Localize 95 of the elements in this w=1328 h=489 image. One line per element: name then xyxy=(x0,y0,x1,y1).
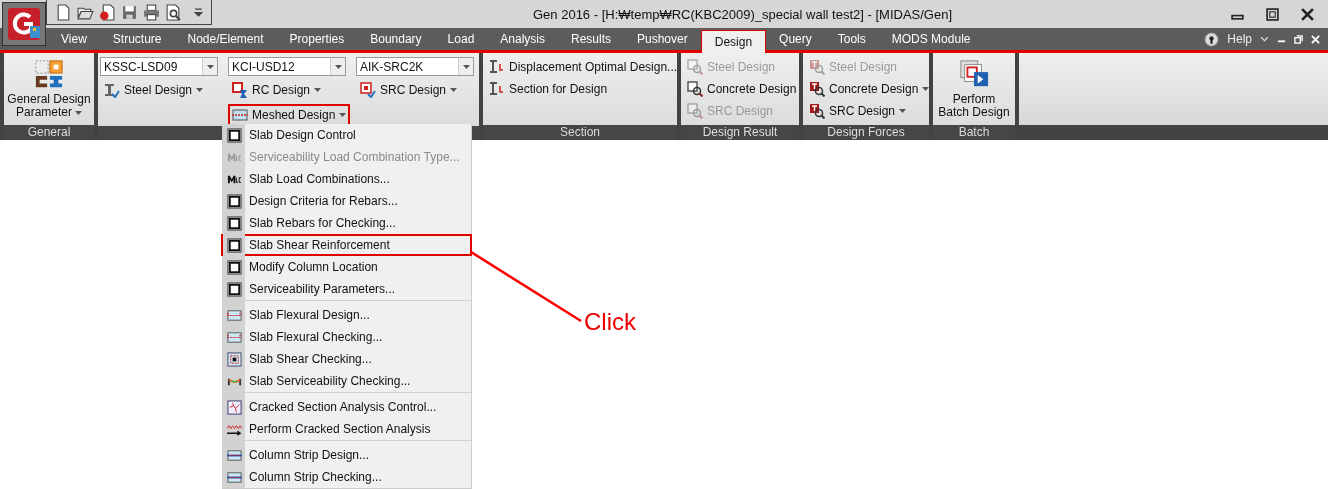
frame-icon xyxy=(226,281,242,297)
frame-icon xyxy=(226,215,242,231)
caret-icon xyxy=(196,88,204,92)
beam-check-icon xyxy=(104,82,120,98)
menu-item[interactable]: Slab Shear Reinforcement xyxy=(221,234,472,256)
shear-icon xyxy=(226,351,242,367)
group-label: Design Result xyxy=(681,125,799,140)
save-icon[interactable] xyxy=(121,3,138,21)
general-design-parameter-button[interactable]: General Design Parameter xyxy=(5,57,93,121)
customize-dropdown-icon[interactable] xyxy=(194,7,203,17)
beam-section-icon xyxy=(489,59,505,75)
menu-item[interactable]: Slab Shear Checking... xyxy=(221,348,472,370)
code-dropdown[interactable]: AIK-SRC2K xyxy=(356,57,474,76)
mesh-slab-icon xyxy=(232,107,248,123)
perform-batch-design-button[interactable]: Perform Batch Design xyxy=(936,57,1012,121)
design-parameter-icon xyxy=(34,59,64,89)
ribbon-tab[interactable]: Node/Element xyxy=(174,30,277,49)
caret-icon xyxy=(450,88,458,92)
batch-run-icon xyxy=(959,59,989,89)
menu-item[interactable]: Serviceability Parameters... xyxy=(221,278,472,300)
menu-item[interactable]: Column Strip Checking... xyxy=(221,466,472,488)
ribbon-tab[interactable]: Design xyxy=(700,30,767,53)
code-dropdown[interactable]: KSSC-LSD09 xyxy=(100,57,218,76)
design-forces-button[interactable]: SRC Design xyxy=(805,100,911,122)
magnifier-icon xyxy=(687,59,703,75)
menu-item[interactable]: Slab Design Control xyxy=(221,124,472,146)
strip-icon xyxy=(226,447,242,463)
frame-icon xyxy=(226,237,242,253)
maximize-icon[interactable] xyxy=(1266,7,1279,21)
file-info-icon[interactable] xyxy=(99,3,116,21)
restore-icon[interactable] xyxy=(1294,34,1303,44)
click-annotation: Click xyxy=(584,308,636,336)
menu-item[interactable]: Slab Rebars for Checking... xyxy=(221,212,472,234)
magnifier-icon xyxy=(687,103,703,119)
menu-item[interactable]: Design Criteria for Rebars... xyxy=(221,190,472,212)
magnifier-icon xyxy=(809,59,825,75)
design-dropdown-button[interactable]: Steel Design xyxy=(100,79,208,101)
ribbon-tab[interactable]: MODS Module xyxy=(878,30,984,49)
caret-icon xyxy=(339,113,347,117)
magnifier-icon xyxy=(687,81,703,97)
app-logo-button[interactable] xyxy=(2,2,46,46)
help-menu[interactable]: Help xyxy=(1227,32,1252,46)
design-forces-button[interactable]: Concrete Design xyxy=(805,78,934,100)
menu-item[interactable]: Cracked Section Analysis Control... xyxy=(221,396,472,418)
strip-icon xyxy=(226,469,242,485)
design-dropdown-button[interactable]: RC Design xyxy=(228,79,326,101)
ribbon-tab[interactable]: Analysis xyxy=(487,30,558,49)
frame-icon xyxy=(226,127,242,143)
menu-item[interactable]: Slab Load Combinations... xyxy=(221,168,472,190)
ribbon-tab[interactable]: Properties xyxy=(276,30,358,49)
section-button[interactable]: Displacement Optimal Design... xyxy=(485,56,682,78)
gear-icon[interactable] xyxy=(1204,31,1220,47)
code-dropdown[interactable]: KCI-USD12 xyxy=(228,57,346,76)
slab-icon xyxy=(226,329,242,345)
ribbon-tab[interactable]: Structure xyxy=(99,30,175,49)
group-label: General xyxy=(4,125,94,140)
menu-item[interactable]: Modify Column Location xyxy=(221,256,472,278)
slab-icon xyxy=(226,307,242,323)
caret-icon xyxy=(462,64,470,69)
ribbon-tab[interactable]: Query xyxy=(766,30,825,49)
src-section-icon xyxy=(360,82,376,98)
frame-icon xyxy=(226,193,242,209)
close-icon[interactable] xyxy=(1301,7,1314,21)
rc-section-icon xyxy=(232,82,248,98)
magnifier-icon xyxy=(809,81,825,97)
caret-icon xyxy=(314,88,322,92)
caret-icon xyxy=(206,64,214,69)
window-title: Gen 2016 - [H:₩temp₩RC(KBC2009)_special wall test2] - [MIDAS/Gen] xyxy=(533,6,953,22)
print-preview-icon[interactable] xyxy=(165,3,182,21)
menu-item[interactable]: Slab Serviceability Checking... xyxy=(221,370,472,392)
magnifier-icon xyxy=(809,103,825,119)
group-label: Section xyxy=(483,125,677,140)
print-icon[interactable] xyxy=(143,3,160,21)
ribbon-tab[interactable]: Results xyxy=(558,30,624,49)
caret-icon xyxy=(334,64,342,69)
frame-icon xyxy=(226,259,242,275)
new-file-icon[interactable] xyxy=(55,3,72,21)
design-result-button[interactable]: Concrete Design xyxy=(683,78,801,100)
ribbon-tab[interactable]: Load xyxy=(434,30,488,49)
menu-item[interactable]: Perform Cracked Section Analysis xyxy=(221,418,472,440)
caret-icon xyxy=(75,110,82,115)
group-label: Batch xyxy=(933,125,1015,140)
ribbon-tab[interactable]: Boundary xyxy=(357,30,435,49)
menu-item[interactable]: Slab Flexural Checking... xyxy=(221,326,472,348)
section-button[interactable]: Section for Design xyxy=(485,78,612,100)
ribbon-tab[interactable]: View xyxy=(48,30,100,49)
design-dropdown-button[interactable]: SRC Design xyxy=(356,79,462,101)
caret-icon[interactable] xyxy=(1260,34,1269,44)
ribbon-tab[interactable]: Tools xyxy=(824,30,879,49)
menu-item[interactable]: Slab Flexural Design... xyxy=(221,304,472,326)
ribbon-tab[interactable]: Pushover xyxy=(624,30,701,49)
menu-item[interactable]: Column Strip Design... xyxy=(221,444,472,466)
crack-icon xyxy=(226,399,242,415)
group-label: Design Forces xyxy=(803,125,929,140)
beam-section-icon xyxy=(489,81,505,97)
